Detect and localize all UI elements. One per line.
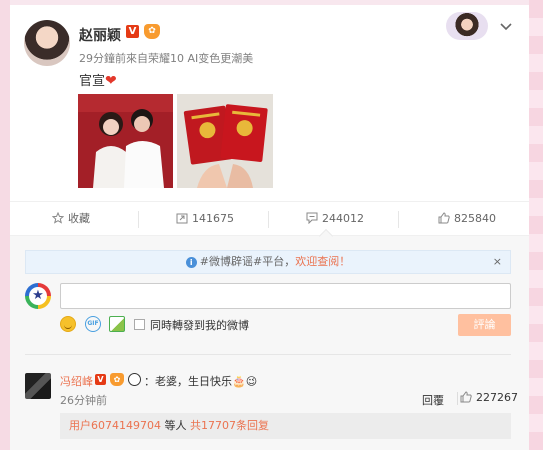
- post-meta: 29分鐘前來自荣耀10 AI变色更潮美: [79, 52, 254, 65]
- notice-content: i #微博辟谣#平台，欢迎查阅！: [26, 251, 510, 273]
- post-photo-certificates[interactable]: [177, 94, 273, 188]
- repost-checkbox[interactable]: [134, 319, 145, 330]
- heart-icon: ❤: [105, 73, 117, 89]
- top-right-avatar[interactable]: [446, 12, 488, 40]
- action-divider: [268, 211, 269, 228]
- verified-badge-icon: V: [95, 374, 106, 385]
- my-avatar[interactable]: ★: [25, 283, 51, 309]
- star-logo-icon: ★: [29, 287, 47, 305]
- verified-badge-icon: V: [126, 25, 139, 38]
- commenter-name[interactable]: 冯绍峰: [60, 373, 93, 389]
- forward-count: 141675: [192, 212, 234, 225]
- comment-icon: [306, 204, 318, 238]
- emoji-icon[interactable]: [60, 316, 76, 332]
- panda-emoji-icon: [128, 373, 141, 386]
- collect-label: 收藏: [68, 212, 90, 225]
- sub-reply-user[interactable]: 用户6074149704: [69, 419, 161, 432]
- comment-action-divider: [457, 392, 458, 405]
- post-text: 官宣❤: [79, 70, 117, 89]
- member-badge-icon: ✿: [144, 24, 160, 39]
- comment-input[interactable]: [60, 283, 511, 309]
- couple-photo-icon: [78, 94, 173, 188]
- post-text-content: 官宣: [79, 74, 106, 89]
- forward-icon: [176, 204, 188, 238]
- action-bar: 收藏 141675 244012 825840: [10, 201, 529, 236]
- close-icon[interactable]: ×: [493, 251, 502, 273]
- page-background-right: [529, 0, 543, 450]
- post-photo-couple[interactable]: [78, 94, 173, 188]
- comment-like-button[interactable]: 227267: [460, 391, 518, 406]
- commenter-avatar[interactable]: [25, 373, 51, 399]
- like-button[interactable]: 825840: [438, 202, 496, 236]
- action-divider: [138, 211, 139, 228]
- reply-button[interactable]: 回覆: [422, 392, 444, 408]
- member-badge-icon: ✿: [110, 373, 124, 386]
- collect-button[interactable]: 收藏: [51, 202, 90, 238]
- forward-button[interactable]: 141675: [176, 202, 234, 236]
- gif-icon[interactable]: GIF: [85, 316, 101, 332]
- image-upload-icon[interactable]: [109, 316, 125, 332]
- chevron-down-icon[interactable]: [500, 20, 512, 34]
- thumbs-up-icon: [438, 204, 450, 238]
- submit-comment-button[interactable]: 評論: [458, 314, 511, 336]
- action-divider: [398, 211, 399, 228]
- repost-checkbox-label: 同時轉發到我的微博: [150, 319, 249, 332]
- thumbs-up-icon: [460, 391, 472, 406]
- author-name[interactable]: 赵丽颖: [79, 25, 121, 45]
- rumor-notice-bar: i #微博辟谣#平台，欢迎查阅！ ×: [25, 250, 511, 274]
- star-icon: [51, 204, 65, 238]
- info-icon: i: [185, 257, 197, 268]
- notice-link[interactable]: 欢迎查阅！: [295, 255, 350, 268]
- comment-divider: [25, 354, 511, 355]
- comment-like-count: 227267: [476, 391, 518, 404]
- comment-button[interactable]: 244012: [306, 202, 364, 236]
- certificates-photo-icon: [177, 94, 273, 188]
- comment-text: ：老婆，生日快乐🎂😉: [144, 375, 258, 388]
- sub-reply-middle: 等人: [161, 419, 190, 432]
- comment-time: 26分钟前: [60, 394, 107, 407]
- comment-count: 244012: [322, 212, 364, 225]
- author-avatar[interactable]: [24, 20, 70, 66]
- weibo-post-card: 赵丽颖 V ✿ 29分鐘前來自荣耀10 AI变色更潮美 官宣❤ 收藏 14167…: [10, 5, 529, 450]
- like-count: 825840: [454, 212, 496, 225]
- notice-text: #微博辟谣#平台，: [199, 255, 296, 268]
- page-background-left: [0, 0, 10, 450]
- sub-reply-count[interactable]: 共17707条回复: [190, 419, 269, 432]
- sub-reply-summary[interactable]: 用户6074149704 等人 共17707条回复: [60, 413, 511, 439]
